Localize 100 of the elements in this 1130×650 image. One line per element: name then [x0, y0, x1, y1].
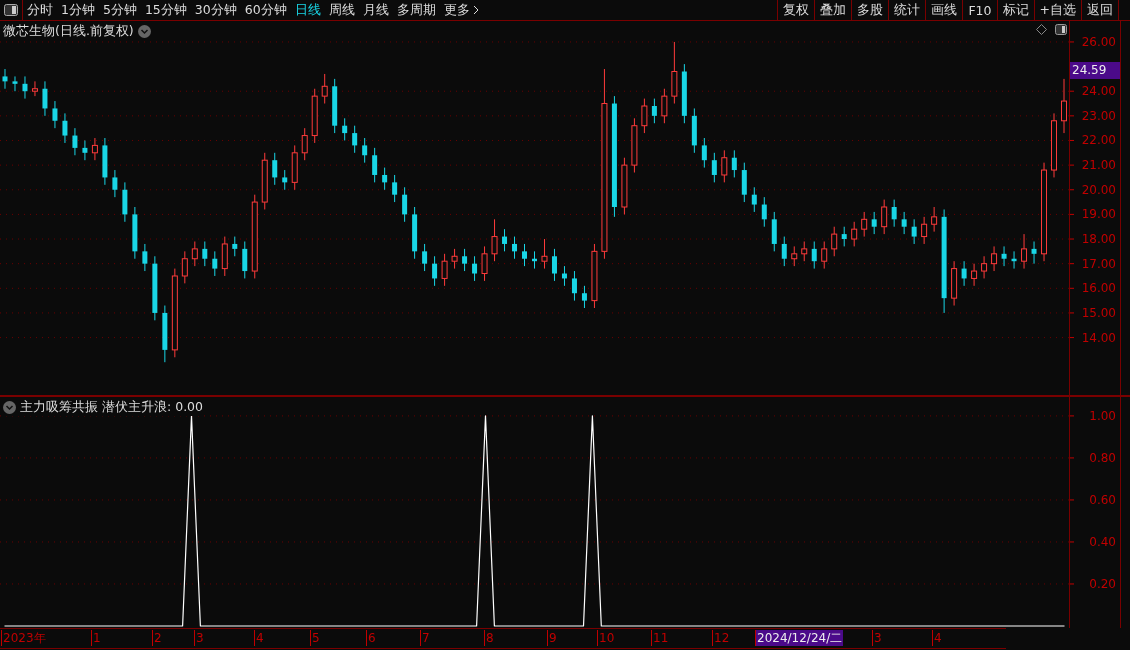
period-tab[interactable]: 多周期 — [392, 0, 440, 20]
candlestick — [981, 255, 988, 279]
candlestick — [1001, 245, 1007, 267]
candlestick — [282, 169, 288, 191]
toolbar-button[interactable]: 统计 — [888, 0, 926, 20]
diamond-icon[interactable] — [1036, 24, 1047, 35]
candlestick — [481, 245, 488, 282]
candlestick — [52, 100, 58, 129]
series-name: 潜伏主升浪 — [102, 399, 167, 416]
axis-tick-label: 0.80 — [1089, 450, 1116, 465]
axis-tick-label: 0.60 — [1089, 492, 1116, 507]
candlestick — [711, 152, 717, 183]
candlestick — [472, 255, 478, 282]
candlestick — [971, 263, 978, 287]
chevron-down-icon[interactable] — [3, 401, 16, 414]
toolbar-button[interactable]: +自选 — [1033, 0, 1081, 20]
panel-toggle-icon[interactable] — [1055, 24, 1067, 35]
toolbar-button[interactable]: F10 — [962, 0, 997, 20]
candlestick — [512, 236, 518, 260]
candlestick — [451, 248, 458, 270]
date-axis-label: 4 — [254, 630, 265, 646]
date-axis-label: 10 — [597, 630, 616, 646]
candlestick — [1021, 233, 1028, 270]
candlestick — [911, 218, 917, 245]
period-tab[interactable]: 更多 — [439, 0, 483, 20]
candlestick — [181, 250, 188, 284]
period-tab[interactable]: 周线 — [324, 0, 359, 20]
period-tab[interactable]: 1分钟 — [57, 0, 99, 20]
candlestick — [661, 88, 668, 124]
date-axis-label: 9 — [547, 630, 558, 646]
candlestick — [402, 186, 408, 223]
candlestick — [202, 240, 208, 267]
axis-tick-label: 0.20 — [1089, 577, 1116, 591]
candlestick — [581, 285, 587, 309]
date-axis-label: 4 — [932, 630, 943, 646]
period-tab[interactable]: 30分钟 — [190, 0, 241, 20]
candlestick — [491, 218, 498, 262]
candlestick — [342, 117, 348, 141]
candlestick — [871, 211, 877, 235]
candlestick — [62, 112, 68, 144]
chevron-right-icon — [472, 5, 479, 15]
candlestick — [522, 243, 528, 267]
indicator-reading: : 0.00 — [167, 399, 204, 416]
candlestick — [761, 196, 767, 228]
period-tab[interactable]: 日线 — [290, 0, 325, 20]
candlestick — [1031, 240, 1037, 265]
axis-tick-label: 20.00 — [1081, 182, 1116, 197]
candlestick — [112, 169, 118, 198]
toolbar-button[interactable]: 画线 — [925, 0, 963, 20]
axis-tick-label: 19.00 — [1081, 207, 1116, 222]
candlestick — [931, 206, 938, 233]
candlestick — [22, 75, 28, 100]
candlestick — [242, 240, 248, 279]
candlestick — [781, 236, 787, 267]
candlestick — [791, 245, 798, 267]
axis-tick-label: 21.00 — [1081, 158, 1116, 173]
candlestick — [301, 127, 308, 161]
toolbar-button[interactable]: 返回 — [1081, 0, 1118, 20]
toolbar-button[interactable]: 复权 — [777, 0, 815, 20]
candlestick — [382, 167, 388, 191]
period-tab[interactable]: 5分钟 — [98, 0, 141, 20]
toolbar-button[interactable]: 多股 — [851, 0, 889, 20]
candlestick — [12, 75, 18, 92]
candlestick — [701, 137, 707, 169]
period-tab[interactable]: 15分钟 — [140, 0, 191, 20]
candlestick — [571, 270, 577, 302]
candlestick — [991, 245, 998, 272]
date-axis-label: 7 — [420, 630, 431, 646]
chevron-down-icon[interactable] — [137, 25, 151, 38]
candlestick — [541, 238, 548, 270]
toolbar-button[interactable]: 叠加 — [814, 0, 852, 20]
candlestick — [462, 248, 468, 272]
date-axis-label: 2023年 — [1, 630, 47, 646]
period-tab[interactable]: 月线 — [358, 0, 393, 20]
candlestick — [432, 255, 438, 287]
candlestick — [961, 260, 967, 287]
axis-tick-label: 18.00 — [1081, 232, 1116, 247]
candlestick — [42, 80, 48, 117]
candlestick — [901, 211, 907, 235]
candlestick — [641, 98, 648, 134]
candlestick — [881, 199, 888, 235]
panel-toggle-icon[interactable] — [4, 4, 18, 16]
candlestick — [502, 228, 508, 252]
candlestick — [841, 226, 847, 247]
candlestick — [921, 216, 928, 245]
period-tab[interactable]: 60分钟 — [240, 0, 291, 20]
axis-tick-label: 0.40 — [1089, 534, 1116, 549]
indicator-title: 主力吸筹共振 — [20, 399, 98, 416]
candlestick — [831, 226, 838, 257]
date-axis-label: 2 — [152, 630, 163, 646]
candlestick — [821, 240, 828, 270]
candlestick — [362, 137, 368, 164]
last-price-label: 24.59 — [1070, 62, 1120, 79]
candlestick — [2, 68, 8, 90]
chart-title: 微芯生物(日线.前复权) — [3, 23, 134, 40]
candlestick — [91, 137, 98, 161]
toolbar-button[interactable]: 标记 — [996, 0, 1034, 20]
candlestick — [422, 243, 428, 272]
period-tab[interactable]: 分时 — [23, 0, 57, 20]
candlestick — [751, 186, 757, 213]
